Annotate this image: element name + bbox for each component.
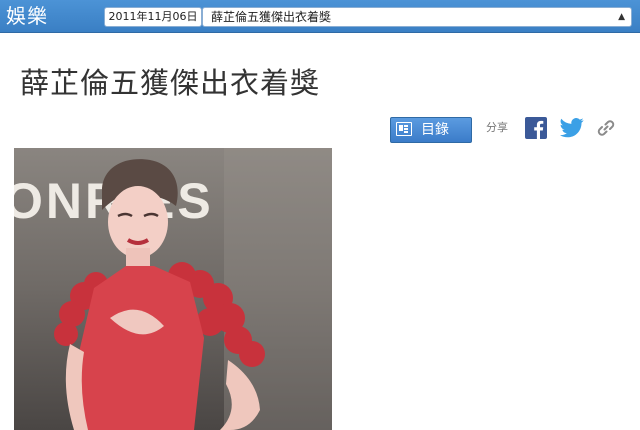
link-icon[interactable] bbox=[596, 118, 616, 138]
twitter-icon[interactable] bbox=[560, 117, 584, 139]
top-bar: 娛樂 2011年11月06日 薛芷倫五獲傑出衣着獎 ▲ bbox=[0, 0, 640, 33]
share-label: 分享 bbox=[486, 121, 508, 134]
section-label: 娛樂 bbox=[6, 4, 48, 28]
date-field[interactable]: 2011年11月06日 bbox=[104, 7, 202, 27]
article-select-value: 薛芷倫五獲傑出衣着獎 bbox=[211, 10, 332, 24]
article-select[interactable]: 薛芷倫五獲傑出衣着獎 ▲ bbox=[202, 7, 632, 27]
facebook-icon[interactable] bbox=[525, 117, 547, 139]
article-title: 薛芷倫五獲傑出衣着獎 bbox=[20, 66, 321, 100]
article-photo: ONRIES bbox=[14, 148, 332, 430]
select-arrows-icon: ▲ bbox=[618, 12, 625, 22]
table-of-contents-button[interactable]: 目錄 bbox=[390, 117, 472, 143]
table-of-contents-icon bbox=[396, 122, 412, 136]
table-of-contents-label: 目錄 bbox=[421, 122, 449, 138]
